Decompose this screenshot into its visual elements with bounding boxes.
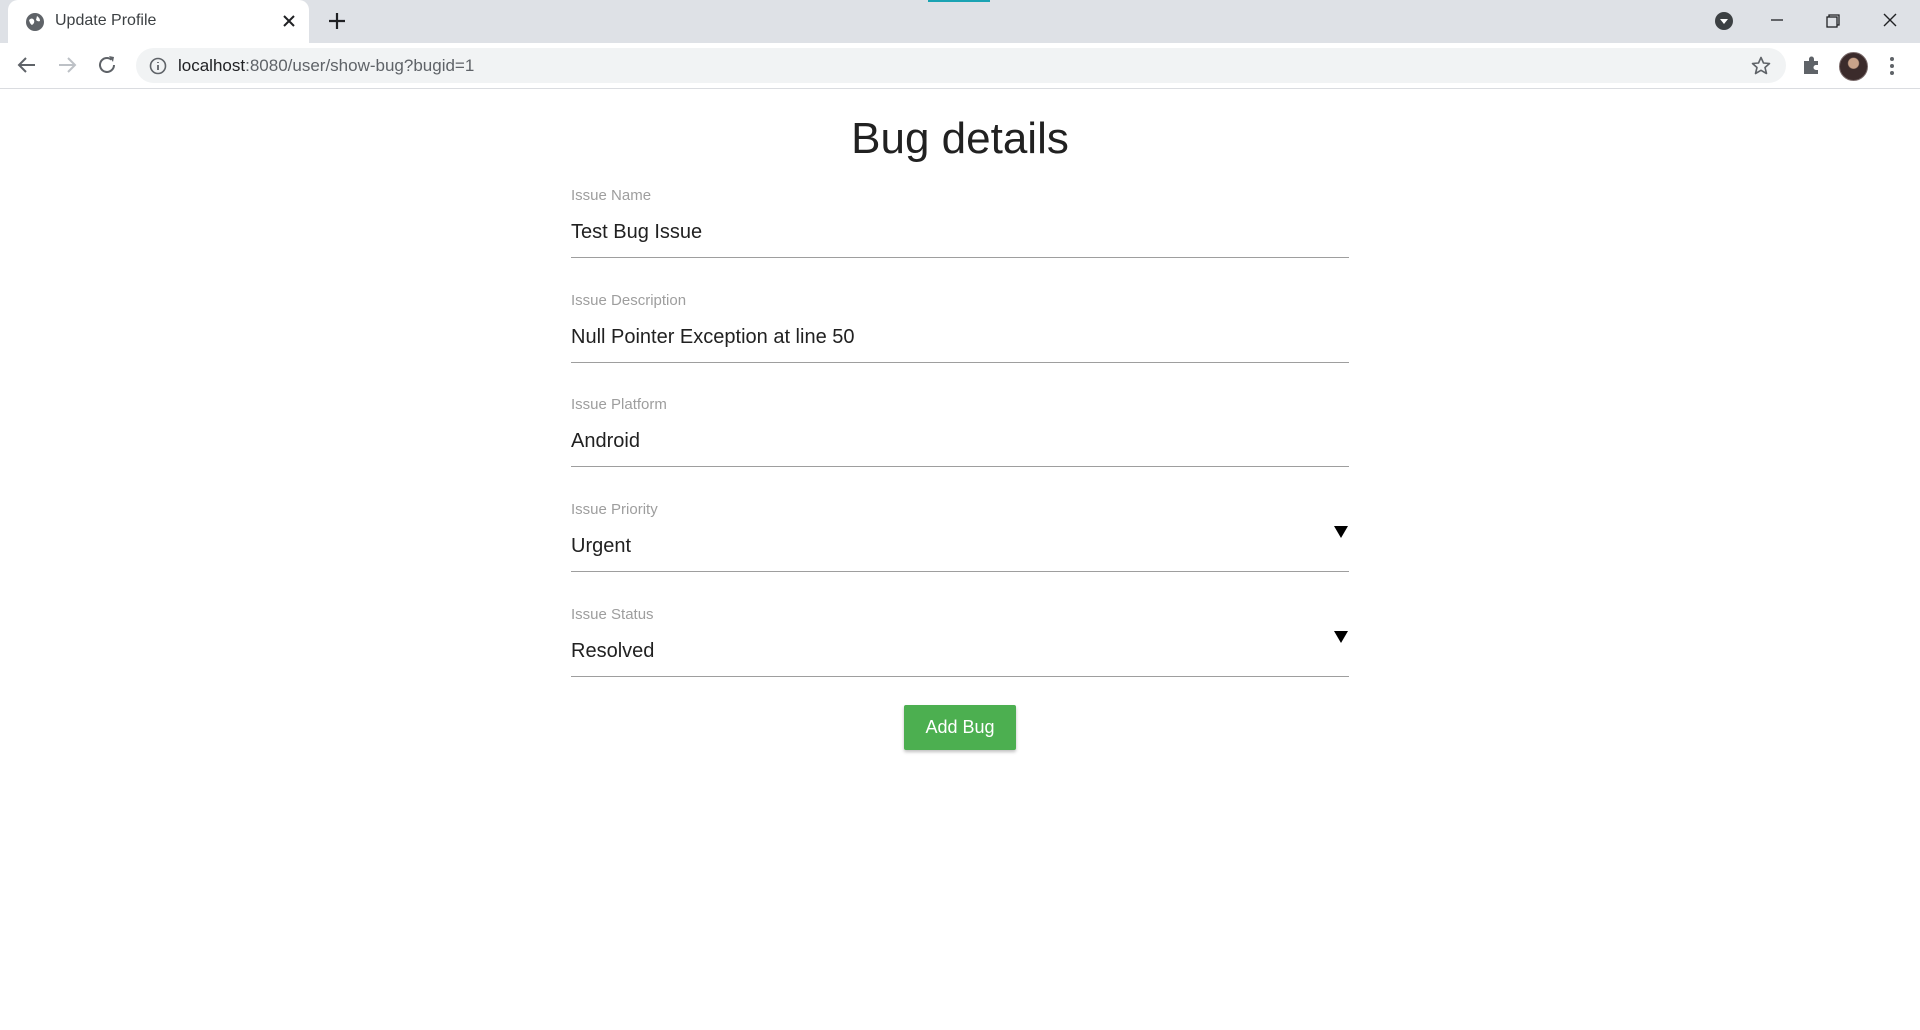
issue-platform-label: Issue Platform [571,396,667,413]
url-text[interactable]: localhost:8080/user/show-bug?bugid=1 [178,56,474,76]
address-bar[interactable]: localhost:8080/user/show-bug?bugid=1 [136,48,1786,83]
issue-priority-value[interactable]: Urgent [571,535,631,558]
tab-strip-accent [928,0,990,2]
issue-status-label: Issue Status [571,606,654,623]
close-icon[interactable] [280,12,298,30]
add-bug-button[interactable]: Add Bug [904,705,1016,750]
issue-platform-value[interactable]: Android [571,430,640,453]
tab-strip: Update Profile [0,0,1920,43]
avatar[interactable] [1839,52,1868,81]
info-icon[interactable] [148,56,168,76]
restore-icon[interactable] [1818,8,1846,34]
page-title: Bug details [851,114,1069,163]
globe-icon [26,13,44,31]
reload-icon[interactable] [95,53,119,77]
back-icon[interactable] [15,53,39,77]
profile-dropdown-icon[interactable] [1710,8,1738,34]
issue-description-value[interactable]: Null Pointer Exception at line 50 [571,326,855,349]
issue-description-field[interactable]: Issue Description Null Pointer Exception… [571,292,1349,363]
issue-status-select[interactable]: Issue Status Resolved [571,606,1349,677]
issue-name-field[interactable]: Issue Name Test Bug Issue [571,187,1349,258]
kebab-menu-icon[interactable] [1885,53,1899,79]
issue-name-value[interactable]: Test Bug Issue [571,221,702,244]
puzzle-icon[interactable] [1799,52,1825,78]
browser-tab[interactable]: Update Profile [8,0,309,43]
forward-icon[interactable] [55,53,79,77]
issue-name-label: Issue Name [571,187,652,204]
url-host: localhost [178,56,246,75]
issue-platform-field[interactable]: Issue Platform Android [571,396,1349,467]
issue-description-label: Issue Description [571,292,687,309]
issue-status-value[interactable]: Resolved [571,640,654,663]
plus-icon[interactable] [326,10,348,32]
tab-title: Update Profile [55,12,157,29]
issue-priority-select[interactable]: Issue Priority Urgent [571,501,1349,572]
issue-priority-label: Issue Priority [571,501,658,518]
star-icon[interactable] [1750,55,1772,77]
caret-down-icon[interactable] [1333,525,1349,539]
browser-toolbar: localhost:8080/user/show-bug?bugid=1 [0,43,1920,89]
url-path: :8080/user/show-bug?bugid=1 [245,56,475,75]
minimize-icon[interactable] [1763,8,1791,34]
caret-down-icon[interactable] [1333,630,1349,644]
window-close-icon[interactable] [1876,8,1904,34]
